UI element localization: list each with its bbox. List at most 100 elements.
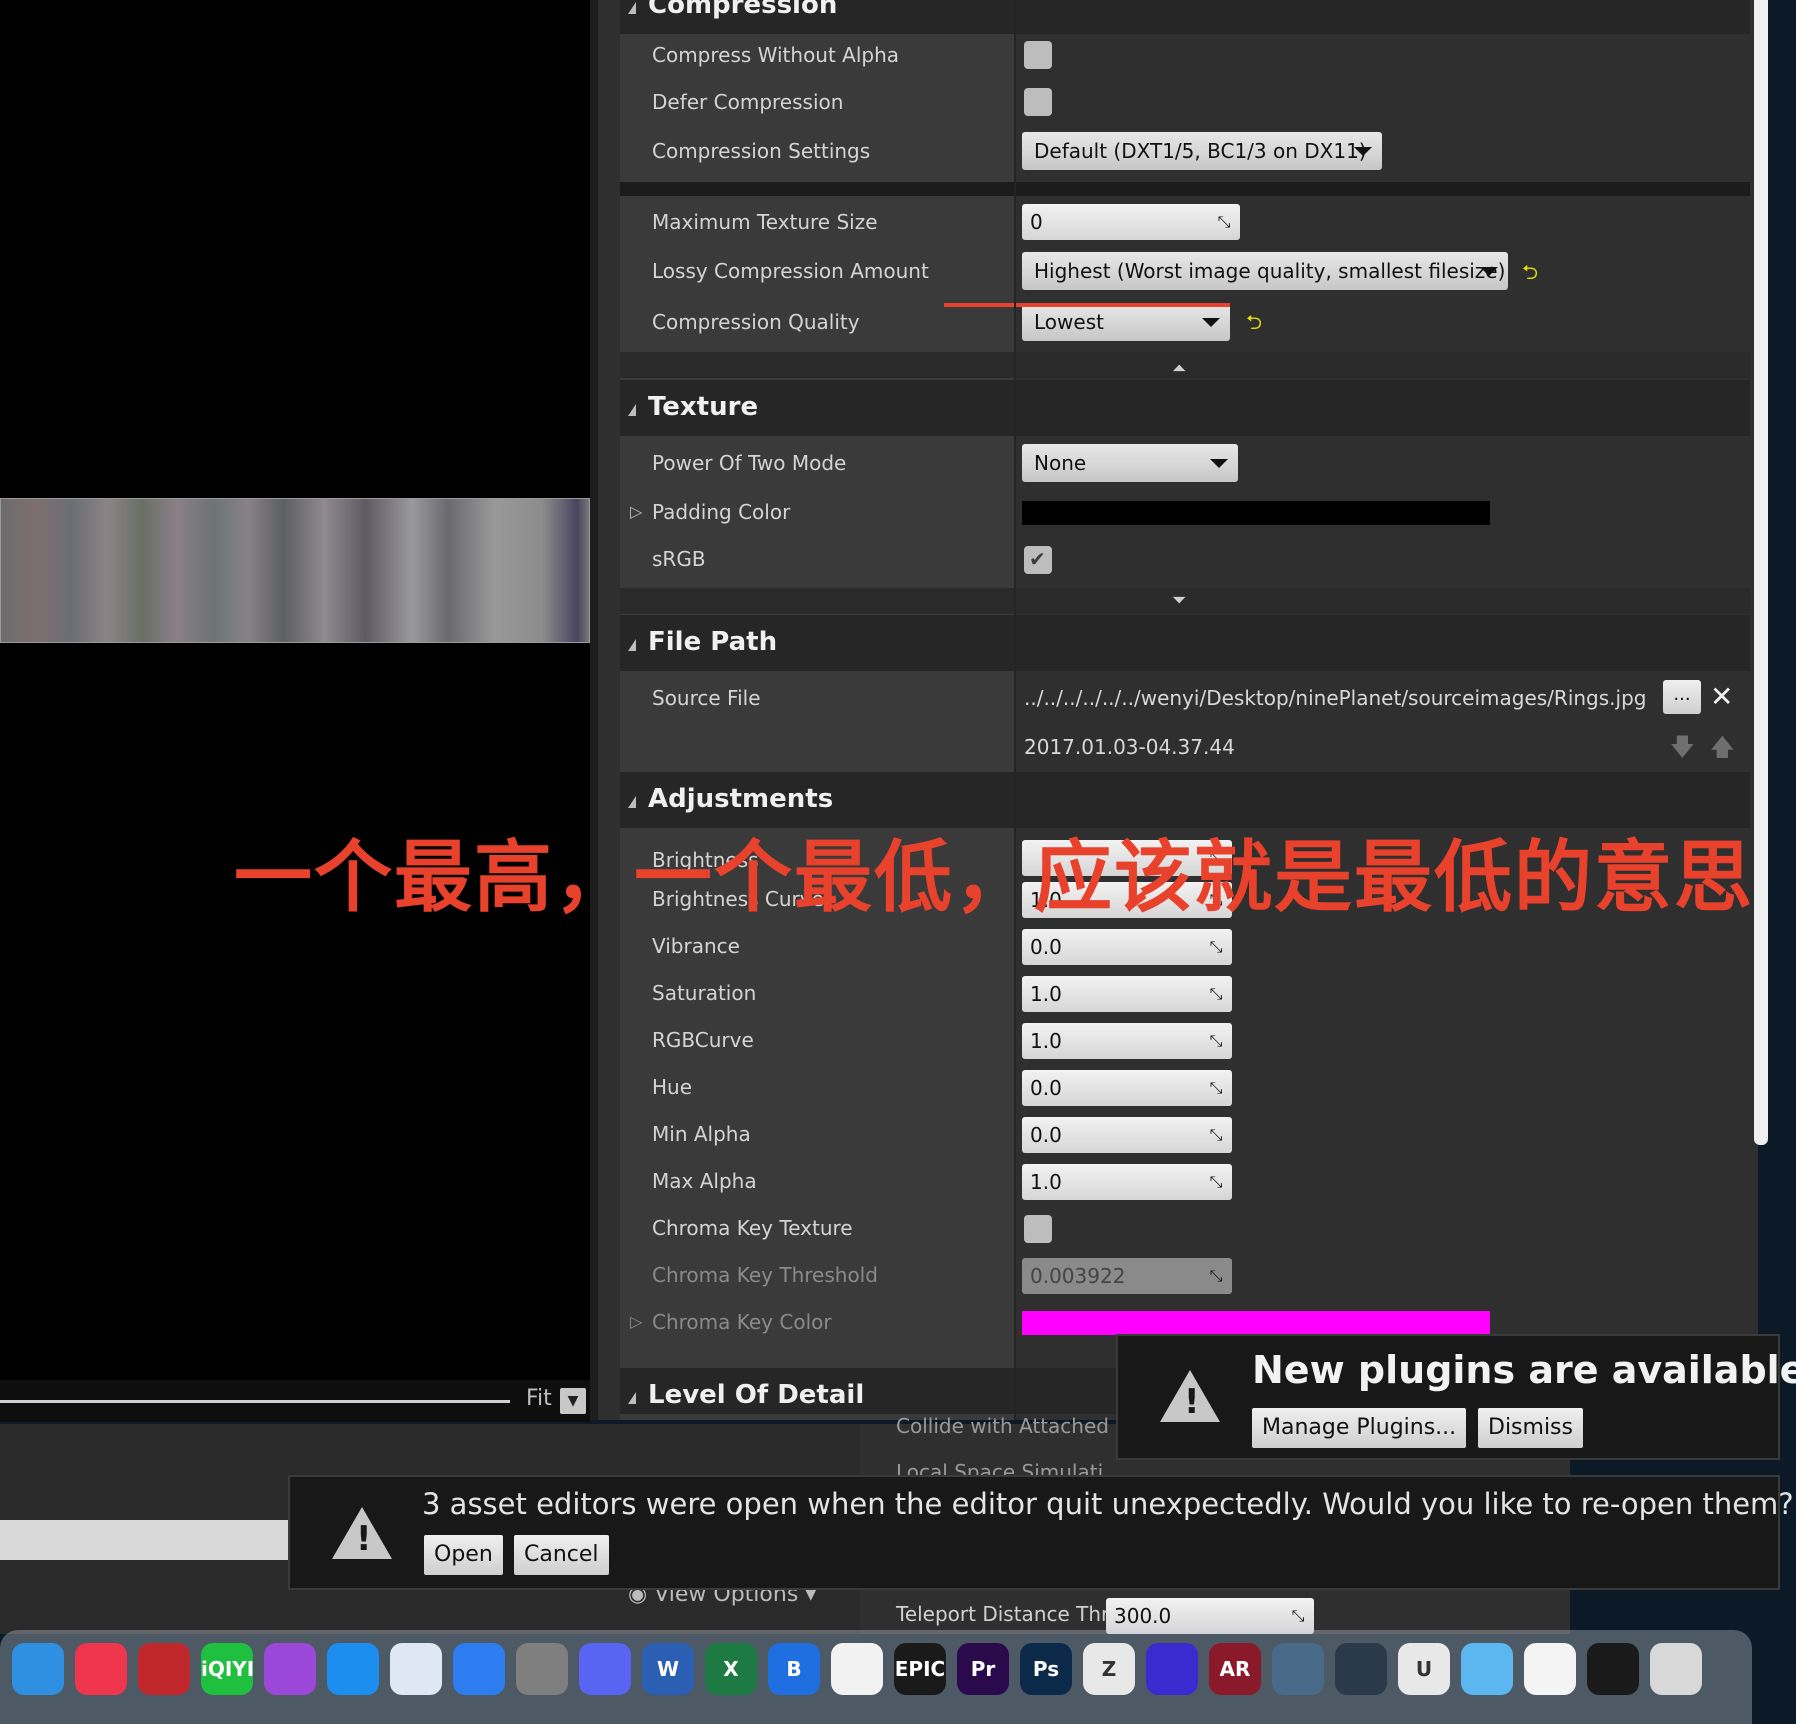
system-prefs-icon[interactable]: [516, 1643, 568, 1695]
app-store-icon[interactable]: [327, 1643, 379, 1695]
number-value: 0.0: [1030, 935, 1062, 959]
reset-to-default-icon[interactable]: ⮌: [1246, 308, 1262, 342]
lossy-compression-dropdown[interactable]: Highest (Worst image quality, smallest f…: [1022, 252, 1508, 290]
drag-arrows-icon[interactable]: ⤡: [1206, 937, 1226, 957]
srgb-checkbox[interactable]: [1024, 546, 1052, 574]
collapse-triangle-icon[interactable]: [628, 1392, 636, 1404]
maximum-texture-size-input[interactable]: 0 ⤡: [1022, 204, 1240, 240]
expand-triangle-icon[interactable]: ▷: [630, 502, 642, 521]
row-chroma-key-texture: Chroma Key Texture: [620, 1206, 1750, 1252]
browse-button[interactable]: ...: [1663, 680, 1701, 714]
poker-icon[interactable]: [138, 1643, 190, 1695]
collapse-triangle-icon[interactable]: [628, 2, 636, 14]
unreal-icon[interactable]: U: [1398, 1643, 1450, 1695]
word-icon[interactable]: W: [642, 1643, 694, 1695]
min-alpha-input[interactable]: 0.0 ⤡: [1022, 1117, 1232, 1153]
drag-arrows-icon[interactable]: ⤡: [1206, 1125, 1226, 1145]
drag-arrows-icon[interactable]: ⤡: [1206, 984, 1226, 1004]
compression-settings-dropdown[interactable]: Default (DXT1/5, BC1/3 on DX11): [1022, 132, 1382, 170]
cancel-button[interactable]: Cancel: [514, 1535, 609, 1575]
compression-quality-dropdown[interactable]: Lowest: [1022, 303, 1230, 341]
fit-dropdown-icon[interactable]: ▼: [560, 1388, 586, 1414]
podcasts-icon[interactable]: [264, 1643, 316, 1695]
max-alpha-input[interactable]: 1.0 ⤡: [1022, 1164, 1232, 1200]
epic-games-icon[interactable]: EPIC: [894, 1643, 946, 1695]
manage-plugins-button[interactable]: Manage Plugins...: [1252, 1408, 1467, 1448]
saturation-input[interactable]: 1.0 ⤡: [1022, 976, 1232, 1012]
window-icon[interactable]: [1524, 1643, 1576, 1695]
chroma-key-color-swatch: [1022, 1311, 1490, 1335]
drag-arrows-icon[interactable]: ⤡: [1214, 212, 1234, 232]
b-icon[interactable]: B: [768, 1643, 820, 1695]
dismiss-button[interactable]: Dismiss: [1478, 1408, 1583, 1448]
category-title: Compression: [648, 0, 838, 20]
reset-to-default-icon[interactable]: ⮌: [1522, 258, 1538, 292]
collapse-up-icon[interactable]: ⏶: [1172, 358, 1186, 379]
warning-icon: [1160, 1370, 1220, 1422]
reopen-editors-notification: 3 asset editors were open when the edito…: [288, 1475, 1794, 1590]
power-of-two-dropdown[interactable]: None: [1022, 444, 1238, 482]
link-icon[interactable]: [1146, 1643, 1198, 1695]
dropdown-value: Highest (Worst image quality, smallest f…: [1034, 259, 1506, 283]
bird-icon[interactable]: [390, 1643, 442, 1695]
texture-viewport[interactable]: [0, 0, 590, 1415]
hue-input[interactable]: 0.0 ⤡: [1022, 1070, 1232, 1106]
number-value: 1.0: [1030, 1170, 1062, 1194]
category-compression[interactable]: Compression: [620, 0, 1750, 34]
drag-arrows-icon[interactable]: ⤡: [1206, 1078, 1226, 1098]
number-value: 0.0: [1030, 1123, 1062, 1147]
baidu-netdisk-icon[interactable]: [831, 1643, 883, 1695]
zoom-slider[interactable]: [0, 1400, 510, 1403]
ar-icon[interactable]: AR: [1209, 1643, 1261, 1695]
arrow-down-icon[interactable]: 🡇: [1670, 730, 1695, 771]
property-label: Maximum Texture Size: [652, 210, 878, 234]
collapse-triangle-icon[interactable]: [628, 639, 636, 651]
clear-icon[interactable]: ✕: [1710, 680, 1733, 713]
vibrance-input[interactable]: 0.0 ⤡: [1022, 929, 1232, 965]
chroma-key-threshold-input: 0.003922 ⤡: [1022, 1258, 1232, 1294]
chevron-down-icon: [1480, 267, 1498, 276]
quicktime-icon[interactable]: [1335, 1643, 1387, 1695]
arrow-up-icon[interactable]: 🡅: [1710, 730, 1735, 771]
zbrush-icon[interactable]: Z: [1083, 1643, 1135, 1695]
premiere-icon[interactable]: Pr: [957, 1643, 1009, 1695]
rgbcurve-input[interactable]: 1.0 ⤡: [1022, 1023, 1232, 1059]
folder-icon[interactable]: [1461, 1643, 1513, 1695]
iqiyi-icon[interactable]: iQIYI: [201, 1643, 254, 1695]
drag-arrows-icon: ⤡: [1209, 1266, 1223, 1285]
chroma-key-texture-checkbox[interactable]: [1024, 1215, 1052, 1243]
row-compress-without-alpha: Compress Without Alpha: [620, 33, 1750, 79]
content-search-field[interactable]: [0, 1520, 300, 1560]
expand-triangle-icon[interactable]: ▷: [630, 1312, 642, 1331]
photoshop-icon[interactable]: Ps: [1020, 1643, 1072, 1695]
drag-arrows-icon[interactable]: ⤡: [1288, 1606, 1308, 1626]
padding-color-swatch[interactable]: [1022, 501, 1490, 525]
collapse-triangle-icon[interactable]: [628, 796, 636, 808]
drag-arrows-icon[interactable]: ⤡: [1206, 1031, 1226, 1051]
teleport-distance-input[interactable]: 300.0 ⤡: [1106, 1598, 1314, 1634]
excel-icon[interactable]: X: [705, 1643, 757, 1695]
compress-without-alpha-checkbox[interactable]: [1024, 41, 1052, 69]
translate-icon[interactable]: [453, 1643, 505, 1695]
category-texture[interactable]: Texture: [620, 380, 1750, 436]
defer-compression-checkbox[interactable]: [1024, 88, 1052, 116]
trash-icon[interactable]: [1650, 1643, 1702, 1695]
property-label: Source File: [652, 686, 761, 710]
category-file-path[interactable]: File Path: [620, 615, 1750, 671]
expand-down-icon[interactable]: ⏷: [1172, 590, 1186, 611]
terminal-icon[interactable]: [1587, 1643, 1639, 1695]
source-file-path: ../../../../../../wenyi/Desktop/ninePlan…: [1024, 686, 1647, 710]
details-scrollbar[interactable]: [1754, 0, 1768, 1145]
discord-icon[interactable]: [579, 1643, 631, 1695]
column-divider[interactable]: [1014, 0, 1016, 1420]
music-icon[interactable]: [75, 1643, 127, 1695]
property-label: Max Alpha: [652, 1169, 757, 1193]
collapse-triangle-icon[interactable]: [628, 404, 636, 416]
property-label: Compression Settings: [652, 139, 871, 163]
drag-arrows-icon[interactable]: ⤡: [1206, 1172, 1226, 1192]
infuse-icon[interactable]: [12, 1643, 64, 1695]
preview-icon[interactable]: [1272, 1643, 1324, 1695]
property-label: Chroma Key Texture: [652, 1216, 853, 1240]
open-button[interactable]: Open: [424, 1535, 503, 1575]
number-value: 1.0: [1030, 982, 1062, 1006]
